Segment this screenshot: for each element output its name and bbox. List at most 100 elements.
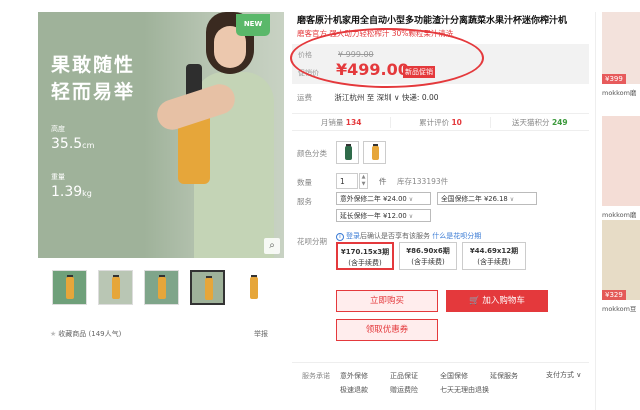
reviews-value: 10 — [451, 117, 462, 127]
spec-height-label: 高度 — [51, 125, 65, 133]
installment-note: (含手续费) — [348, 259, 382, 267]
spec-weight-label: 重量 — [51, 173, 65, 181]
installment-amount: ¥44.69x12期 — [469, 247, 519, 255]
price-highlight-circle — [290, 28, 484, 88]
recommend-image — [602, 116, 640, 206]
quantity-label: 数量 — [297, 178, 312, 187]
stock-count: 库存133193件 — [397, 177, 449, 186]
shipping-value[interactable]: 浙江杭州 至 深圳 ∨ 快递: 0.00 — [334, 93, 438, 102]
promise-item[interactable]: 七天无理由退换 — [440, 385, 489, 395]
reviews-label: 累计评价 — [419, 117, 450, 127]
chevron-down-icon: ∨ — [408, 213, 414, 220]
spec-height-value: 35.5 — [51, 136, 83, 152]
thumbnail-2[interactable] — [98, 270, 133, 305]
promise-item[interactable]: 延保服务 — [490, 371, 518, 381]
slogan-line-1: 果敢随性 — [51, 54, 136, 76]
spec-height-unit: cm — [82, 141, 95, 150]
service-option-3[interactable]: 延长保修一年 ¥12.00 ∨ — [336, 209, 431, 222]
chevron-down-icon: ∨ — [576, 371, 582, 379]
recommend-image: ¥399 — [602, 12, 640, 84]
monthly-sales-label: 月销量 — [320, 117, 344, 127]
points-label: 送天猫积分 — [512, 117, 550, 127]
huabei-help-link[interactable]: 什么是花呗分期 — [432, 232, 481, 240]
get-coupon-button[interactable]: 领取优惠券 — [336, 319, 438, 341]
promise-item[interactable]: 赠运费险 — [390, 385, 418, 395]
installment-note: (含手续费) — [477, 258, 511, 266]
magnifier-icon[interactable]: ⌕ — [264, 238, 280, 254]
installment-amount: ¥86.90x6期 — [406, 247, 450, 255]
quantity-stepper[interactable]: ▲ ▼ — [359, 173, 368, 189]
favorite-link[interactable]: ★ 收藏商品 (149人气) — [50, 329, 121, 339]
installment-option-6[interactable]: ¥86.90x6期 (含手续费) — [399, 242, 457, 270]
shipping-label: 运费 — [297, 93, 312, 102]
promise-label: 服务承诺 — [302, 372, 330, 380]
star-icon: ★ — [50, 330, 57, 338]
new-badge: NEW — [236, 14, 270, 36]
monthly-sales: 月销量 134 — [292, 116, 392, 128]
slogan: 果敢随性 轻而易举 — [51, 52, 135, 106]
color-option-yellow[interactable] — [363, 141, 386, 164]
recommend-item-1[interactable]: ¥399 mokkom磨 — [602, 12, 640, 97]
recommend-name: mokkom磨 — [602, 211, 637, 219]
color-option-green[interactable] — [336, 141, 359, 164]
color-label: 颜色分类 — [297, 149, 327, 158]
report-link[interactable]: 举报 — [254, 329, 268, 339]
recommendation-sidebar: ¥399 mokkom磨 mokkom磨 ¥329 mokkom豆 — [595, 12, 640, 410]
installment-amount: ¥170.15x3期 — [340, 248, 390, 256]
service-promise: 服务承诺 意外保修 正品保证 全国保修 延保服务 极速退款 赠运费险 七天无理由… — [292, 362, 589, 394]
service-label: 服务 — [297, 197, 312, 206]
chevron-down-icon: ∨ — [408, 196, 414, 203]
installment-option-12[interactable]: ¥44.69x12期 (含手续费) — [462, 242, 526, 270]
points-value: 249 — [551, 117, 568, 127]
thumbnail-3[interactable] — [144, 270, 179, 305]
spec-height: 高度 35.5cm — [51, 124, 94, 152]
reviews[interactable]: 累计评价 10 — [391, 116, 491, 128]
service-option-3-label: 延长保修一年 ¥12.00 — [340, 212, 407, 220]
quantity-input[interactable]: 1 — [336, 173, 358, 189]
spec-weight-unit: kg — [82, 189, 92, 198]
quantity-unit: 件 — [379, 177, 387, 186]
thumbnail-strip — [52, 270, 271, 305]
huabei-label: 花呗分期 — [297, 237, 327, 246]
service-option-2[interactable]: 全国保修二年 ¥26.18 ∨ — [437, 192, 537, 205]
promise-item[interactable]: 意外保修 — [340, 371, 368, 381]
cart-icon: 🛒 — [469, 296, 480, 306]
recommend-price: ¥329 — [602, 290, 626, 300]
add-to-cart-label: 加入购物车 — [482, 296, 525, 306]
installment-option-3[interactable]: ¥170.15x3期 (含手续费) — [336, 242, 394, 270]
buy-now-button[interactable]: 立即购买 — [336, 290, 438, 312]
service-option-2-label: 全国保修二年 ¥26.18 — [441, 195, 508, 203]
thumbnail-5[interactable] — [236, 270, 271, 305]
stats-bar: 月销量 134 累计评价 10 送天猫积分 249 — [292, 113, 589, 131]
installment-note: (含手续费) — [411, 258, 445, 266]
popularity-count: (149人气) — [88, 330, 122, 338]
shipping-row: 运费 浙江杭州 至 深圳 ∨ 快递: 0.00 — [297, 92, 439, 103]
add-to-cart-button[interactable]: 🛒 加入购物车 — [446, 290, 548, 312]
recommend-image: ¥329 — [602, 220, 640, 300]
product-main-image[interactable]: NEW 果敢随性 轻而易举 高度 35.5cm 重量 1.39kg ⌕ — [38, 12, 284, 258]
promise-item[interactable]: 极速退款 — [340, 385, 368, 395]
chevron-down-icon: ∨ — [509, 196, 515, 203]
monthly-sales-value: 134 — [345, 117, 362, 127]
payment-methods[interactable]: 支付方式 ∨ — [546, 370, 581, 380]
product-title: 磨客原汁机家用全自动小型多功能渣汁分离蔬菜水果汁杯迷你榨汁机 — [297, 16, 568, 26]
huabei-info: i 登录后确认是否享有该服务 什么是花呗分期 — [336, 231, 481, 241]
thumbnail-4[interactable] — [190, 270, 225, 305]
recommend-item-3[interactable]: ¥329 mokkom豆 — [602, 220, 640, 313]
service-option-1[interactable]: 意外保修二年 ¥24.00 ∨ — [336, 192, 431, 205]
service-option-1-label: 意外保修二年 ¥24.00 — [340, 195, 407, 203]
spec-weight: 重量 1.39kg — [51, 172, 92, 200]
huabei-info-text: 后确认是否享有该服务 — [360, 232, 430, 240]
promise-item[interactable]: 正品保证 — [390, 371, 418, 381]
info-icon: i — [336, 233, 344, 241]
recommend-price: ¥399 — [602, 74, 626, 84]
recommend-item-2[interactable]: mokkom磨 — [602, 116, 640, 219]
login-link[interactable]: 登录 — [346, 232, 360, 240]
slogan-line-2: 轻而易举 — [51, 81, 136, 103]
spec-weight-value: 1.39 — [51, 184, 83, 200]
payment-label: 支付方式 — [546, 371, 574, 379]
thumbnail-1[interactable] — [52, 270, 87, 305]
points: 送天猫积分 249 — [491, 117, 589, 128]
recommend-name: mokkom豆 — [602, 305, 637, 313]
promise-item[interactable]: 全国保修 — [440, 371, 468, 381]
